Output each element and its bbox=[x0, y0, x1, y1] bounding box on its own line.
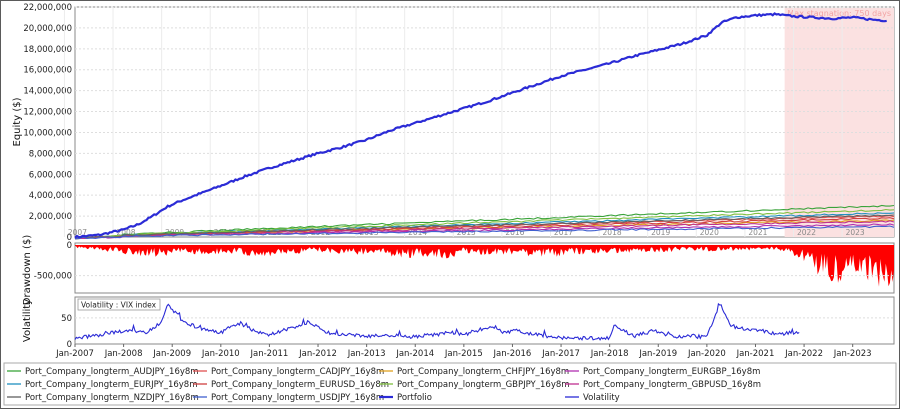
legend-label: Port_Company_longterm_EURGBP_16y8m bbox=[583, 367, 760, 377]
volatility-y-tick: 50 bbox=[61, 314, 72, 324]
legend-label: Port_Company_longterm_GBPJPY_16y8m bbox=[397, 380, 570, 390]
equity-y-tick: 6,000,000 bbox=[29, 170, 72, 180]
x-tick-label: Jan-2018 bbox=[590, 349, 629, 359]
equity-year-label: 2022 bbox=[797, 228, 816, 237]
equity-year-label: 2023 bbox=[846, 228, 865, 237]
x-tick-label: Jan-2019 bbox=[638, 349, 677, 359]
x-tick-label: Jan-2010 bbox=[201, 349, 240, 359]
legend-label: Port_Company_longterm_EURUSD_16y8m bbox=[211, 380, 389, 390]
volatility-y-axis-label: Volatility bbox=[22, 299, 33, 342]
x-tick-label: Jan-2021 bbox=[736, 349, 775, 359]
legend-label: Port_Company_longterm_USDJPY_16y8m bbox=[211, 393, 384, 403]
equity-plot-area bbox=[74, 6, 895, 238]
drawdown-y-tick: -500,000 bbox=[34, 272, 72, 282]
x-tick-label: Jan-2016 bbox=[493, 349, 532, 359]
equity-y-axis-label: Equity ($) bbox=[12, 97, 23, 146]
x-tick-label: Jan-2008 bbox=[104, 349, 143, 359]
legend-label: Port_Company_longterm_EURJPY_16y8m bbox=[25, 380, 198, 390]
equity-year-label: 2021 bbox=[748, 228, 767, 237]
x-tick-label: Jan-2020 bbox=[687, 349, 726, 359]
x-tick-label: Jan-2014 bbox=[395, 349, 434, 359]
x-tick-label: Jan-2022 bbox=[784, 349, 823, 359]
stagnation-shade bbox=[784, 8, 894, 237]
legend-label: Portfolio bbox=[397, 393, 432, 403]
chart-frame: Max stagnation: 750 days 0 2,000,000 4,000,… bbox=[0, 0, 900, 409]
drawdown-y-axis-label: Drawdown ($) bbox=[22, 235, 33, 306]
volatility-title: Volatility : VIX index bbox=[81, 301, 157, 310]
legend-label: Port_Company_longterm_AUDJPY_16y8m bbox=[25, 367, 199, 377]
x-tick-label: Jan-2015 bbox=[444, 349, 483, 359]
legend-label: Port_Company_longterm_CADJPY_16y8m bbox=[211, 367, 384, 377]
x-tick-label: Jan-2023 bbox=[833, 349, 872, 359]
x-tick-label: Jan-2012 bbox=[298, 349, 337, 359]
drawdown-y-tick: 0 bbox=[67, 241, 72, 251]
legend-label: Volatility bbox=[583, 393, 620, 403]
x-tick-label: Jan-2011 bbox=[250, 349, 289, 359]
equity-y-tick: 8,000,000 bbox=[29, 149, 72, 159]
legend-label: Port_Company_longterm_NZDJPY_16y8m bbox=[25, 393, 199, 403]
equity-y-tick: 2,000,000 bbox=[29, 212, 72, 222]
x-tick-label: Jan-2009 bbox=[152, 349, 191, 359]
equity-y-tick: 4,000,000 bbox=[29, 191, 72, 201]
legend-label: Port_Company_longterm_GBPUSD_16y8m bbox=[583, 380, 761, 390]
x-tick-label: Jan-2007 bbox=[55, 349, 94, 359]
x-tick-label: Jan-2013 bbox=[347, 349, 386, 359]
x-tick-label: Jan-2017 bbox=[541, 349, 580, 359]
legend-label: Port_Company_longterm_CHFJPY_16y8m bbox=[397, 367, 569, 377]
equity-chart: Max stagnation: 750 days02,000,0004,000,… bbox=[3, 3, 897, 406]
volatility-plot-area bbox=[74, 296, 895, 345]
